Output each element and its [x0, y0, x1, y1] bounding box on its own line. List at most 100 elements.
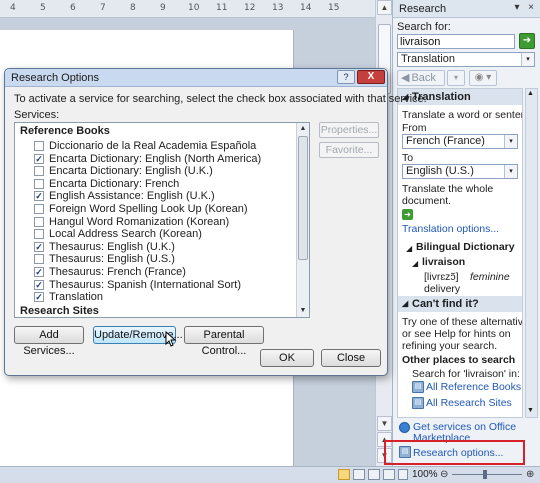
update-remove-button[interactable]: Update/Remove...	[93, 326, 183, 344]
pane-menu-icon[interactable]: ▾	[511, 2, 523, 14]
service-label: Diccionario de la Real Academia Española	[49, 140, 257, 152]
draft-view-icon[interactable]	[398, 469, 408, 480]
search-input[interactable]	[397, 34, 515, 49]
navigation-row: ◀ Back ▾ ◉ ▾	[397, 70, 537, 88]
horizontal-ruler[interactable]: 4 5 6 7 8 9 10 11 12 13 14 15	[0, 0, 392, 18]
parental-control-button[interactable]: Parental Control...	[184, 326, 264, 357]
close-icon[interactable]: X	[357, 70, 385, 84]
collapse-triangle-icon[interactable]: ◢	[412, 258, 418, 270]
close-pane-icon[interactable]: ×	[525, 2, 537, 14]
checkbox-unchecked[interactable]	[34, 141, 44, 151]
dialog-titlebar[interactable]: Research Options ? X	[5, 69, 387, 87]
ok-button[interactable]: OK	[260, 349, 314, 367]
translation-instruction: Translate a word or sentence.	[402, 109, 522, 121]
service-label: Translation	[49, 291, 104, 304]
research-sites-icon: ▤	[412, 397, 424, 409]
scroll-up-icon[interactable]: ▲	[297, 123, 309, 135]
web-layout-view-icon[interactable]	[368, 469, 380, 480]
ruler-tick: 8	[130, 3, 136, 13]
help-icon[interactable]: ?	[337, 70, 355, 84]
research-options-dropdown[interactable]: ◉ ▾	[469, 70, 497, 86]
checkbox-checked[interactable]: ✓	[34, 279, 44, 290]
cant-find-section-header[interactable]: ◢ Can't find it?	[398, 296, 522, 312]
checkbox-checked[interactable]: ✓	[34, 292, 44, 303]
collapse-triangle-icon[interactable]: ◢	[406, 243, 412, 255]
chevron-down-icon: ▾	[504, 135, 517, 148]
service-label: Local Address Search (Korean)	[49, 228, 202, 241]
from-language-select[interactable]: French (France) ▾	[402, 134, 518, 149]
ruler-tick: 15	[328, 3, 340, 13]
scroll-up-icon[interactable]: ▲	[377, 0, 392, 15]
properties-button[interactable]: Properties...	[319, 122, 379, 138]
ruler-tick: 13	[272, 3, 284, 13]
ruler-tick: 10	[188, 3, 200, 13]
checkbox-checked[interactable]: ✓	[34, 153, 44, 164]
translate-document-go-icon[interactable]: ➜	[402, 209, 413, 220]
cant-find-tip-line2: or see Help for hints on	[402, 328, 511, 340]
checkbox-unchecked[interactable]	[34, 166, 44, 177]
to-language-select[interactable]: English (U.S.) ▾	[402, 164, 518, 179]
checkbox-checked[interactable]: ✓	[34, 241, 44, 252]
chevron-down-icon: ▾	[504, 165, 517, 178]
checkbox-checked[interactable]: ✓	[34, 191, 44, 202]
service-label: Thesaurus: English (U.S.)	[49, 253, 175, 266]
research-results-panel: ◢ Translation Translate a word or senten…	[397, 88, 523, 418]
translation-options-link[interactable]: Translation options...	[402, 223, 499, 235]
group-reference-books: Reference Books	[20, 125, 110, 137]
research-source-select[interactable]: Translation ▾	[397, 52, 535, 67]
scroll-down-icon[interactable]: ▼	[297, 305, 309, 317]
ruler-tick: 4	[10, 3, 16, 13]
start-search-button[interactable]: ➜	[519, 33, 535, 49]
to-label: To	[402, 152, 414, 164]
checkbox-unchecked[interactable]	[34, 178, 44, 189]
search-for-label: Search for:	[397, 21, 451, 33]
dialog-instruction: To activate a service for searching, sel…	[14, 93, 427, 105]
checkbox-unchecked[interactable]	[34, 254, 44, 265]
all-reference-books-link[interactable]: All Reference Books	[426, 381, 521, 393]
services-list-scrollbar[interactable]: ▲ ▼	[296, 123, 309, 317]
checkbox-unchecked[interactable]	[34, 216, 44, 227]
services-list[interactable]: Reference Books Diccionario de la Real A…	[14, 122, 310, 318]
other-places-heading: Other places to search	[402, 354, 516, 366]
outline-view-icon[interactable]	[383, 469, 395, 480]
back-button[interactable]: ◀ Back	[397, 70, 445, 86]
add-services-button[interactable]: Add Services...	[14, 326, 84, 357]
scroll-thumb[interactable]	[298, 136, 308, 260]
translate-document-label-line2: document.	[402, 195, 452, 207]
close-button[interactable]: Close	[321, 349, 381, 367]
back-arrow-icon: ◀	[401, 72, 410, 84]
dictionary-headword: livraison	[422, 256, 466, 268]
go-arrow-icon: ➜	[522, 35, 532, 46]
zoom-slider[interactable]	[452, 474, 522, 475]
scroll-up-icon[interactable]: ▲	[527, 90, 534, 97]
research-pane: Research ▾ × Search for: ➜ Translation ▾…	[392, 0, 540, 466]
highlight-annotation	[384, 440, 525, 465]
collapse-triangle-icon: ◢	[402, 299, 409, 308]
checkbox-checked[interactable]: ✓	[34, 267, 44, 277]
back-history-dropdown[interactable]: ▾	[447, 70, 465, 86]
service-label: Foreign Word Spelling Look Up (Korean)	[49, 203, 248, 215]
dictionary-gender: feminine	[470, 271, 510, 283]
checkbox-unchecked[interactable]	[34, 229, 44, 240]
scroll-down-icon[interactable]: ▼	[377, 416, 392, 431]
checkbox-unchecked[interactable]	[34, 204, 44, 214]
full-screen-view-icon[interactable]	[353, 469, 365, 480]
cant-find-header-label: Can't find it?	[412, 298, 479, 310]
research-pane-header: Research ▾ ×	[393, 0, 540, 18]
print-layout-view-icon[interactable]	[338, 469, 350, 480]
zoom-in-icon[interactable]: ⊕	[526, 469, 534, 480]
research-pane-scrollbar[interactable]: ▲ ▼	[525, 88, 538, 418]
scroll-down-icon[interactable]: ▼	[527, 407, 534, 414]
service-label: Encarta Dictionary: French	[49, 177, 180, 190]
chevron-down-icon: ▾	[521, 53, 534, 66]
ruler-tick: 9	[160, 3, 166, 13]
mouse-pointer-icon	[165, 331, 177, 347]
favorite-button[interactable]: Favorite...	[319, 142, 379, 158]
zoom-slider-thumb[interactable]	[483, 470, 487, 479]
all-research-sites-link[interactable]: All Research Sites	[426, 397, 512, 409]
ruler-tick: 11	[216, 3, 228, 13]
status-bar: 100% ⊖ ⊕	[0, 466, 540, 483]
zoom-level[interactable]: 100%	[412, 469, 438, 480]
zoom-out-icon[interactable]: ⊖	[440, 469, 448, 480]
from-language-value: French (France)	[406, 135, 485, 147]
